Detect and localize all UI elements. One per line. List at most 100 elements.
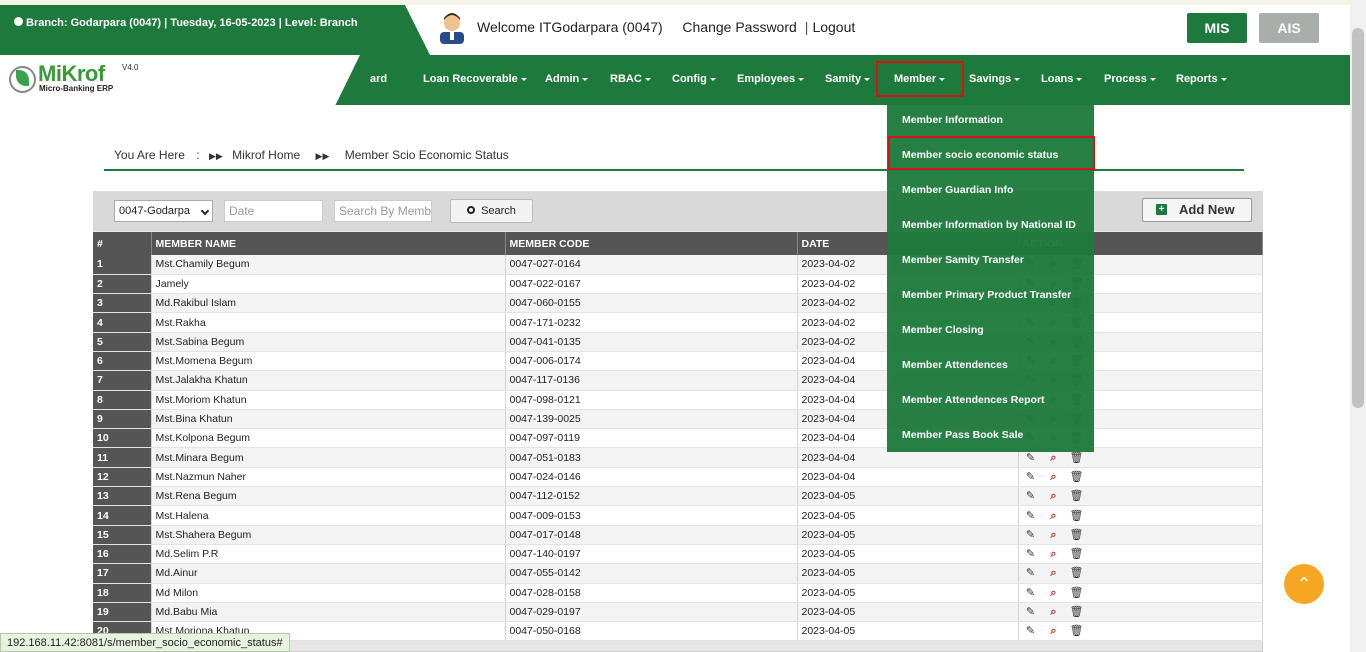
chevron-up-icon[interactable]: ⌃ xyxy=(1284,564,1324,604)
menu-item-member-primary-product-transfer[interactable]: Member Primary Product Transfer xyxy=(902,289,1071,301)
logout-link[interactable]: Logout xyxy=(812,19,855,35)
member-name-cell: Mst.Rakha xyxy=(151,312,506,333)
nav-loan-recoverable[interactable]: Loan Recoverable xyxy=(423,73,527,85)
nav-process[interactable]: Process xyxy=(1104,73,1156,85)
trash-icon[interactable]: 🗑 xyxy=(1069,547,1085,560)
search-icon[interactable]: ⌕ xyxy=(1046,471,1062,484)
member-code-cell: 0047-009-0153 xyxy=(505,505,798,526)
trash-icon[interactable]: 🗑 xyxy=(1069,528,1085,541)
welcome-area: Welcome ITGodarpara (0047) Change Passwo… xyxy=(477,19,859,35)
member-code-cell: 0047-098-0121 xyxy=(505,390,798,410)
search-icon[interactable]: ⌕ xyxy=(1046,529,1062,542)
edit-icon[interactable]: ✎ xyxy=(1023,489,1039,502)
member-name-cell: Mst.Shahera Begum xyxy=(151,525,506,545)
search-icon[interactable]: ⌕ xyxy=(1046,510,1062,523)
nav-reports[interactable]: Reports xyxy=(1176,73,1227,85)
mis-button[interactable]: MIS xyxy=(1187,13,1247,43)
menu-item-member-info-by-national-id[interactable]: Member Information by National ID xyxy=(902,219,1076,231)
trash-icon[interactable]: 🗑 xyxy=(1069,566,1085,579)
row-number: 10 xyxy=(93,428,152,449)
menu-item-member-attendences-report[interactable]: Member Attendences Report xyxy=(902,394,1045,406)
breadcrumb-current: Member Scio Economic Status xyxy=(344,148,509,162)
date-cell: 2023-04-05 xyxy=(797,525,1019,545)
nav-samity[interactable]: Samity xyxy=(825,73,871,85)
member-code-cell: 0047-139-0025 xyxy=(505,409,798,430)
member-code-cell: 0047-022-0167 xyxy=(505,274,798,295)
search-member-input[interactable]: Search By Memb xyxy=(334,200,432,222)
member-name-cell: Md.Rakibul Islam xyxy=(151,293,506,314)
menu-item-member-pass-book-sale[interactable]: Member Pass Book Sale xyxy=(902,429,1023,441)
search-icon[interactable]: ⌕ xyxy=(1046,587,1062,600)
table-row: 16 Md.Selim P.R 0047-140-0197 2023-04-05 ✎ ⌕ 🗑 xyxy=(93,544,1263,565)
menu-item-member-information[interactable]: Member Information xyxy=(902,114,1003,126)
plus-icon: + xyxy=(1156,204,1167,215)
globe-icon xyxy=(14,17,23,26)
member-name-cell: Mst.Rena Begum xyxy=(151,486,506,507)
menu-item-member-samity-transfer[interactable]: Member Samity Transfer xyxy=(902,254,1024,266)
member-name-cell: Jamely xyxy=(151,274,506,295)
action-cell: ✎ ⌕ 🗑 xyxy=(1018,583,1263,603)
add-new-button[interactable]: + Add New xyxy=(1142,198,1252,222)
edit-icon[interactable]: ✎ xyxy=(1023,605,1039,618)
page: Branch: Godarpara (0047) | Tuesday, 16-0… xyxy=(0,0,1366,652)
nav-admin[interactable]: Admin xyxy=(545,73,589,85)
ais-button[interactable]: AIS xyxy=(1259,13,1319,43)
date-cell: 2023-04-05 xyxy=(797,563,1019,584)
search-icon[interactable]: ⌕ xyxy=(1046,606,1062,619)
member-code-cell: 0047-041-0135 xyxy=(505,332,798,352)
member-highlight-box xyxy=(876,61,964,97)
date-input[interactable]: Date xyxy=(224,200,323,222)
row-number: 14 xyxy=(93,505,152,526)
member-name-cell: Mst.Chamily Begum xyxy=(151,255,506,275)
row-number: 19 xyxy=(93,602,152,623)
nav-config[interactable]: Config xyxy=(672,73,716,85)
nav-employees[interactable]: Employees xyxy=(737,73,805,85)
member-name-cell: Mst.Kolpona Begum xyxy=(151,428,506,449)
trash-icon[interactable]: 🗑 xyxy=(1069,605,1085,618)
nav-item-dashboard[interactable]: ard xyxy=(370,73,387,85)
trash-icon[interactable]: 🗑 xyxy=(1069,509,1085,522)
branch-select[interactable]: 0047-Godarpa xyxy=(114,200,213,222)
row-number: 15 xyxy=(93,525,152,545)
member-code-cell: 0047-171-0232 xyxy=(505,312,798,333)
edit-icon[interactable]: ✎ xyxy=(1023,547,1039,560)
member-name-cell: Mst.Moriom Khatun xyxy=(151,390,506,410)
search-icon[interactable]: ⌕ xyxy=(1046,490,1062,503)
scrollbar-thumb[interactable] xyxy=(1352,28,1364,408)
edit-icon[interactable]: ✎ xyxy=(1023,509,1039,522)
nav-rbac[interactable]: RBAC xyxy=(610,73,651,85)
edit-icon[interactable]: ✎ xyxy=(1023,470,1039,483)
edit-icon[interactable]: ✎ xyxy=(1023,528,1039,541)
trash-icon[interactable]: 🗑 xyxy=(1069,624,1085,637)
edit-icon[interactable]: ✎ xyxy=(1023,624,1039,637)
nav-savings[interactable]: Savings xyxy=(969,73,1021,85)
table-row: 15 Mst.Shahera Begum 0047-017-0148 2023-04-… xyxy=(93,525,1263,545)
member-code-cell: 0047-112-0152 xyxy=(505,486,798,507)
member-code-cell: 0047-028-0158 xyxy=(505,583,798,603)
search-icon[interactable]: ⌕ xyxy=(1046,548,1062,561)
trash-icon[interactable]: 🗑 xyxy=(1069,451,1085,464)
edit-icon[interactable]: ✎ xyxy=(1023,451,1039,464)
menu-item-member-closing[interactable]: Member Closing xyxy=(902,324,984,336)
nav-loans[interactable]: Loans xyxy=(1041,73,1083,85)
trash-icon[interactable]: 🗑 xyxy=(1069,489,1085,502)
edit-icon[interactable]: ✎ xyxy=(1023,566,1039,579)
edit-icon[interactable]: ✎ xyxy=(1023,586,1039,599)
search-icon[interactable]: ⌕ xyxy=(1046,452,1062,465)
change-password-link[interactable]: Change Password xyxy=(682,19,796,35)
search-icon[interactable]: ⌕ xyxy=(1046,625,1062,638)
caret-down-icon xyxy=(1220,77,1227,81)
row-number: 5 xyxy=(93,332,152,352)
breadcrumb: You Are Here : ▶▶ Mikrof Home ▶▶ Member … xyxy=(114,148,509,162)
trash-icon[interactable]: 🗑 xyxy=(1069,586,1085,599)
menu-item-member-attendences[interactable]: Member Attendences xyxy=(902,359,1008,371)
member-name-cell: Md Milon xyxy=(151,583,506,603)
menu-item-member-guardian-info[interactable]: Member Guardian Info xyxy=(902,184,1013,196)
trash-icon[interactable]: 🗑 xyxy=(1069,470,1085,483)
table-row: 19 Md.Babu Mia 0047-029-0197 2023-04-05 ✎ ⌕ 🗑 xyxy=(93,602,1263,623)
row-number: 1 xyxy=(93,255,152,275)
action-cell: ✎ ⌕ 🗑 xyxy=(1018,505,1263,526)
search-button[interactable]: Search xyxy=(450,199,533,223)
search-icon[interactable]: ⌕ xyxy=(1046,567,1062,580)
breadcrumb-home-link[interactable]: Mikrof Home xyxy=(232,148,300,162)
